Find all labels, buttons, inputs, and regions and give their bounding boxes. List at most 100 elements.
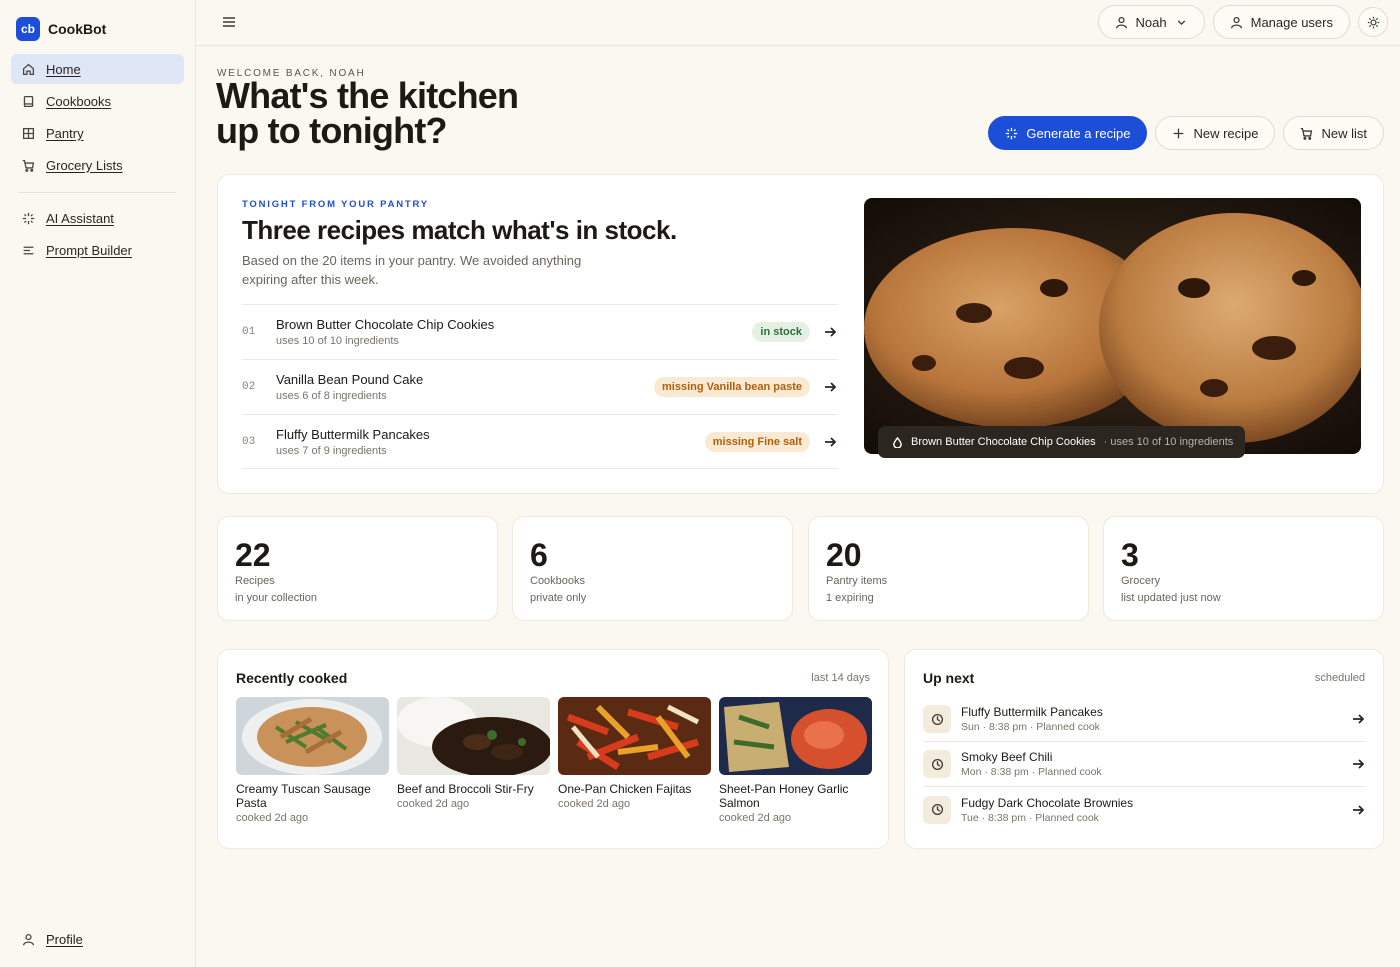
recipe-number: 02: [242, 381, 256, 393]
sidebar: cb CookBot Home Cookbooks Pantry Grocery…: [0, 0, 196, 967]
new-list-button[interactable]: New list: [1283, 116, 1384, 150]
logo: cb: [16, 17, 40, 41]
sidebar-item-label: Pantry: [46, 125, 84, 141]
stat-label: Recipes: [235, 575, 275, 587]
new-recipe-label: New recipe: [1193, 125, 1259, 141]
stat-value: 22: [235, 537, 271, 573]
tonight-card: TONIGHT FROM YOUR PANTRY Three recipes m…: [217, 174, 1384, 494]
stat-card-grocery[interactable]: 3 Grocery list updated just now: [1103, 516, 1384, 621]
recipe-usage: uses 7 of 9 ingredients: [276, 444, 387, 457]
fajitas-image: [558, 697, 711, 775]
new-recipe-button[interactable]: New recipe: [1155, 116, 1276, 150]
stat-sub: 1 expiring: [826, 592, 874, 604]
sidebar-item-label: Grocery Lists: [46, 157, 123, 173]
plus-icon: [1174, 128, 1184, 138]
section-title: Up next: [923, 670, 975, 686]
generate-recipe-label: Generate a recipe: [1026, 125, 1131, 141]
sidebar-item-profile[interactable]: Profile: [22, 932, 83, 947]
salmon-image: [719, 697, 872, 775]
sidebar-item-pantry[interactable]: Pantry: [11, 118, 184, 148]
cart-icon: [1301, 127, 1313, 140]
recipe-name: Beef and Broccoli Stir-Fry: [397, 782, 534, 796]
stat-card-pantry[interactable]: 20 Pantry items 1 expiring: [808, 516, 1089, 621]
tonight-title: Three recipes match what's in stock.: [242, 215, 677, 245]
cooked-ago: cooked 2d ago: [719, 812, 792, 824]
recipe-name: Creamy Tuscan Sausage Pasta: [236, 782, 371, 810]
arrow-right-icon[interactable]: [824, 381, 836, 393]
stat-value: 3: [1121, 537, 1139, 573]
manage-users-button[interactable]: Manage users: [1212, 5, 1350, 39]
cooked-ago: cooked 2d ago: [397, 798, 470, 810]
sidebar-item-home[interactable]: Home: [11, 54, 184, 84]
tonight-description: Based on the 20 items in your pantry. We…: [242, 253, 582, 287]
recipe-usage: uses 10 of 10 ingredients: [276, 335, 399, 347]
recently-cooked-card: Recently cooked last 14 days Creamy Tusc…: [217, 649, 889, 849]
menu-icon[interactable]: [222, 15, 236, 29]
profile-label: Profile: [46, 932, 83, 947]
list-item[interactable]: Beef and Broccoli Stir-Fry cooked 2d ago: [397, 697, 550, 824]
topbar: Noah Manage users: [196, 0, 1400, 46]
recipe-name: One-Pan Chicken Fajitas: [558, 782, 692, 796]
caption-recipe-name: Brown Butter Chocolate Chip Cookies: [911, 436, 1096, 448]
list-item[interactable]: Smoky Beef Chili Mon · 8:38 pm · Planned…: [923, 742, 1366, 787]
user-icon: [1230, 16, 1242, 28]
stat-label: Grocery: [1121, 575, 1161, 587]
recipe-name: Brown Butter Chocolate Chip Cookies: [276, 317, 495, 332]
list-item[interactable]: Creamy Tuscan Sausage Pasta cooked 2d ag…: [236, 697, 389, 824]
arrow-right-icon[interactable]: [1352, 713, 1364, 725]
stat-value: 6: [530, 537, 548, 573]
stat-sub: in your collection: [235, 592, 317, 604]
top-actions: Noah Manage users: [1097, 5, 1388, 39]
recipe-row[interactable]: 02 Vanilla Bean Pound Cake uses 6 of 8 i…: [242, 359, 838, 414]
list-item[interactable]: One-Pan Chicken Fajitas cooked 2d ago: [558, 697, 711, 824]
stat-sub: private only: [530, 592, 587, 604]
manage-users-label: Manage users: [1250, 14, 1333, 30]
up-next-card: Up next scheduled Fluffy Buttermilk Panc…: [904, 649, 1384, 849]
stat-card-cookbooks[interactable]: 6 Cookbooks private only: [512, 516, 793, 621]
cooked-ago: cooked 2d ago: [558, 798, 631, 810]
clock-icon: [931, 803, 943, 816]
drop-icon: [893, 436, 902, 448]
list-item[interactable]: Sheet-Pan Honey Garlic Salmon cooked 2d …: [719, 697, 872, 824]
sidebar-item-cookbooks[interactable]: Cookbooks: [11, 86, 184, 116]
hero-actions: Generate a recipe New recipe New list: [988, 116, 1384, 150]
sidebar-item-grocery-lists[interactable]: Grocery Lists: [11, 150, 184, 180]
stat-label: Pantry items: [826, 575, 888, 587]
status-badge: missing Vanilla bean paste: [654, 377, 810, 397]
brand[interactable]: cb CookBot: [16, 17, 106, 41]
grid-icon: [22, 127, 35, 139]
generate-recipe-button[interactable]: Generate a recipe: [988, 116, 1148, 150]
recipe-name: Sheet-Pan Honey Garlic Salmon: [719, 782, 849, 810]
new-list-label: New list: [1321, 125, 1367, 141]
sidebar-item-ai-assistant[interactable]: AI Assistant: [11, 203, 184, 233]
recipe-usage: uses 6 of 8 ingredients: [276, 390, 387, 402]
list-item[interactable]: Fudgy Dark Chocolate Brownies Tue · 8:38…: [923, 787, 1366, 832]
stat-card-recipes[interactable]: 22 Recipes in your collection: [217, 516, 498, 621]
list-item[interactable]: Fluffy Buttermilk Pancakes Sun · 8:38 pm…: [923, 697, 1366, 742]
arrow-right-icon[interactable]: [824, 326, 836, 338]
clock-icon: [931, 713, 943, 725]
section-title: Recently cooked: [236, 670, 348, 686]
recipe-row[interactable]: 01 Brown Butter Chocolate Chip Cookies u…: [242, 304, 838, 359]
arrow-right-icon[interactable]: [824, 436, 836, 448]
status-badge: in stock: [752, 322, 810, 342]
theme-toggle[interactable]: [1358, 7, 1388, 37]
recipe-number: 03: [242, 435, 256, 448]
recipe-row[interactable]: 03 Fluffy Buttermilk Pancakes uses 7 of …: [242, 414, 838, 469]
sidebar-item-label: Prompt Builder: [46, 242, 132, 258]
arrow-right-icon[interactable]: [1352, 804, 1364, 816]
tonight-eyebrow: TONIGHT FROM YOUR PANTRY: [242, 199, 429, 210]
arrow-right-icon[interactable]: [1352, 758, 1364, 770]
recent-list: Creamy Tuscan Sausage Pasta cooked 2d ag…: [236, 697, 872, 824]
section-meta: last 14 days: [811, 672, 870, 684]
sun-icon: [1367, 16, 1379, 28]
sparkle-icon: [22, 212, 35, 224]
user-switcher[interactable]: Noah: [1097, 5, 1205, 39]
recipe-photo[interactable]: [864, 198, 1361, 454]
chevron-down-icon: [1177, 19, 1185, 25]
user-name: Noah: [1135, 14, 1167, 30]
sidebar-item-prompt-builder[interactable]: Prompt Builder: [11, 235, 184, 265]
stir-fry-image: [397, 697, 550, 775]
recipe-number: 01: [242, 326, 256, 338]
stat-sub: list updated just now: [1121, 592, 1221, 604]
